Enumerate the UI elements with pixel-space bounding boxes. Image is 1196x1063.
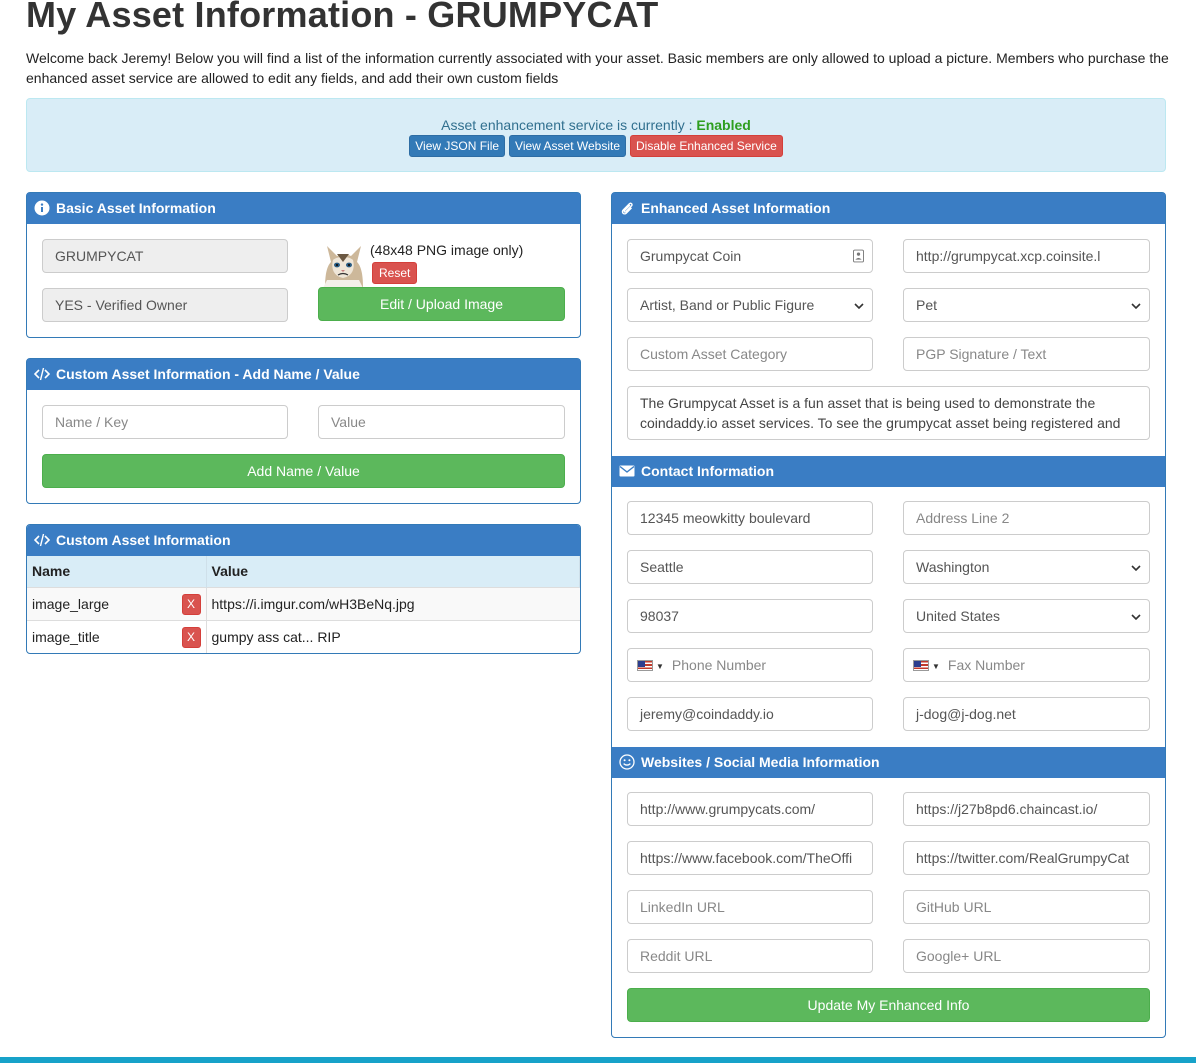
asset-title-value: Grumpycat Coin: [640, 248, 742, 264]
delete-row-button[interactable]: X: [181, 593, 201, 615]
social-info-title: Websites / Social Media Information: [641, 754, 880, 770]
alert-actions: View JSON File View Asset Website Disabl…: [27, 135, 1165, 157]
description-text: The Grumpycat Asset is a fun asset that …: [640, 395, 1121, 431]
custom-add-title: Custom Asset Information - Add Name / Va…: [56, 366, 360, 382]
column-header-name: Name: [27, 556, 207, 587]
city-input[interactable]: Seattle: [627, 550, 873, 584]
column-header-value: Value: [206, 556, 580, 587]
owner-status-field: YES - Verified Owner: [42, 288, 288, 322]
custom-add-header: Custom Asset Information - Add Name / Va…: [27, 359, 580, 390]
custom-list-panel: Custom Asset Information Name Value imag…: [26, 524, 581, 654]
phone-input[interactable]: ▼ Phone Number: [627, 648, 873, 682]
basic-asset-title: Basic Asset Information: [56, 200, 216, 216]
fax-input[interactable]: ▼ Fax Number: [903, 648, 1150, 682]
status-label: Asset enhancement service is currently :: [441, 117, 697, 133]
reddit-input[interactable]: Reddit URL: [627, 939, 873, 973]
pgp-signature-input[interactable]: PGP Signature / Text: [903, 337, 1150, 371]
info-icon: [34, 200, 50, 216]
category-select-1[interactable]: Artist, Band or Public Figure: [627, 288, 873, 322]
contact-info-header: Contact Information: [612, 456, 1165, 487]
custom-category-input[interactable]: Custom Asset Category: [627, 337, 873, 371]
category-1-value: Artist, Band or Public Figure: [640, 297, 815, 313]
basic-asset-header: Basic Asset Information: [27, 193, 580, 224]
enhancement-status-alert: Asset enhancement service is currently :…: [26, 98, 1166, 172]
custom-info-table: Name Value image_large X https://i.imgur…: [27, 556, 580, 653]
phone-placeholder: Phone Number: [671, 657, 767, 673]
add-name-value-button[interactable]: Add Name / Value: [42, 454, 565, 488]
state-value: Washington: [916, 559, 990, 575]
enhanced-asset-title: Enhanced Asset Information: [641, 200, 831, 216]
row-name: image_title: [32, 628, 100, 645]
table-row: image_title X gumpy ass cat... RIP: [27, 619, 580, 653]
envelope-icon: [619, 465, 635, 477]
delete-row-button[interactable]: X: [181, 626, 201, 648]
row-value: gumpy ass cat... RIP: [206, 619, 580, 653]
category-select-2[interactable]: Pet: [903, 288, 1150, 322]
footer-bar: [0, 1057, 1196, 1063]
chevron-down-icon: [854, 303, 864, 309]
status-line: Asset enhancement service is currently :…: [27, 116, 1165, 134]
row-name-cell: image_large X: [27, 586, 207, 620]
state-select[interactable]: Washington: [903, 550, 1150, 584]
asset-image: [319, 240, 367, 288]
github-input[interactable]: GitHub URL: [903, 890, 1150, 924]
status-value: Enabled: [696, 117, 751, 133]
country-value: United States: [916, 608, 1001, 624]
address-line-1-input[interactable]: 12345 meowkitty boulevard: [627, 501, 873, 535]
country-select[interactable]: United States: [903, 599, 1150, 633]
code-icon: [34, 533, 50, 547]
disable-enhanced-service-button[interactable]: Disable Enhanced Service: [630, 135, 783, 157]
view-asset-website-button[interactable]: View Asset Website: [509, 135, 626, 157]
asset-title-input[interactable]: Grumpycat Coin: [627, 239, 873, 273]
custom-list-header: Custom Asset Information: [27, 525, 580, 556]
contact-info-title: Contact Information: [641, 463, 774, 479]
facebook-input[interactable]: https://www.facebook.com/TheOffi: [627, 841, 873, 875]
image-size-note: (48x48 PNG image only): [370, 242, 524, 258]
social-info-header: Websites / Social Media Information: [612, 747, 1165, 778]
row-name: image_large: [32, 595, 110, 612]
custom-name-input[interactable]: Name / Key: [42, 405, 288, 439]
zip-input[interactable]: 98037: [627, 599, 873, 633]
update-enhanced-info-button[interactable]: Update My Enhanced Info: [627, 988, 1150, 1022]
asset-url-input[interactable]: http://grumpycat.xcp.coinsite.l: [903, 239, 1150, 273]
description-textarea[interactable]: The Grumpycat Asset is a fun asset that …: [627, 386, 1150, 440]
twitter-input[interactable]: https://twitter.com/RealGrumpyCat: [903, 841, 1150, 875]
email-2-input[interactable]: j-dog@j-dog.net: [903, 697, 1150, 731]
asset-name-field: GRUMPYCAT: [42, 239, 288, 273]
edit-upload-image-button[interactable]: Edit / Upload Image: [318, 287, 565, 321]
email-1-input[interactable]: jeremy@coindaddy.io: [627, 697, 873, 731]
custom-list-title: Custom Asset Information: [56, 532, 231, 548]
code-icon: [34, 367, 50, 381]
contact-card-icon: [853, 249, 864, 263]
enhanced-asset-header: Enhanced Asset Information: [612, 193, 1165, 224]
view-json-button[interactable]: View JSON File: [409, 135, 506, 157]
fax-placeholder: Fax Number: [947, 657, 1025, 673]
website-2-input[interactable]: https://j27b8pd6.chaincast.io/: [903, 792, 1150, 826]
row-name-cell: image_title X: [27, 619, 207, 653]
caret-down-icon[interactable]: ▼: [932, 662, 940, 671]
caret-down-icon[interactable]: ▼: [656, 662, 664, 671]
reset-image-button[interactable]: Reset: [372, 262, 418, 284]
chevron-down-icon: [1131, 565, 1141, 571]
paperclip-icon: [621, 202, 633, 215]
intro-text: Welcome back Jeremy! Below you will find…: [26, 50, 1169, 86]
table-row: image_large X https://i.imgur.com/wH3BeN…: [27, 586, 580, 620]
row-value: https://i.imgur.com/wH3BeNq.jpg: [206, 586, 580, 620]
chevron-down-icon: [1131, 303, 1141, 309]
category-2-value: Pet: [916, 297, 938, 313]
chevron-down-icon: [1131, 614, 1141, 620]
website-1-input[interactable]: http://www.grumpycats.com/: [627, 792, 873, 826]
custom-value-input[interactable]: Value: [318, 405, 565, 439]
linkedin-input[interactable]: LinkedIn URL: [627, 890, 873, 924]
us-flag-icon[interactable]: [637, 660, 653, 671]
us-flag-icon[interactable]: [913, 660, 929, 671]
address-line-2-input[interactable]: Address Line 2: [903, 501, 1150, 535]
smiley-icon: [619, 754, 635, 770]
google-plus-input[interactable]: Google+ URL: [903, 939, 1150, 973]
page-title: My Asset Information - GRUMPYCAT: [26, 0, 659, 35]
